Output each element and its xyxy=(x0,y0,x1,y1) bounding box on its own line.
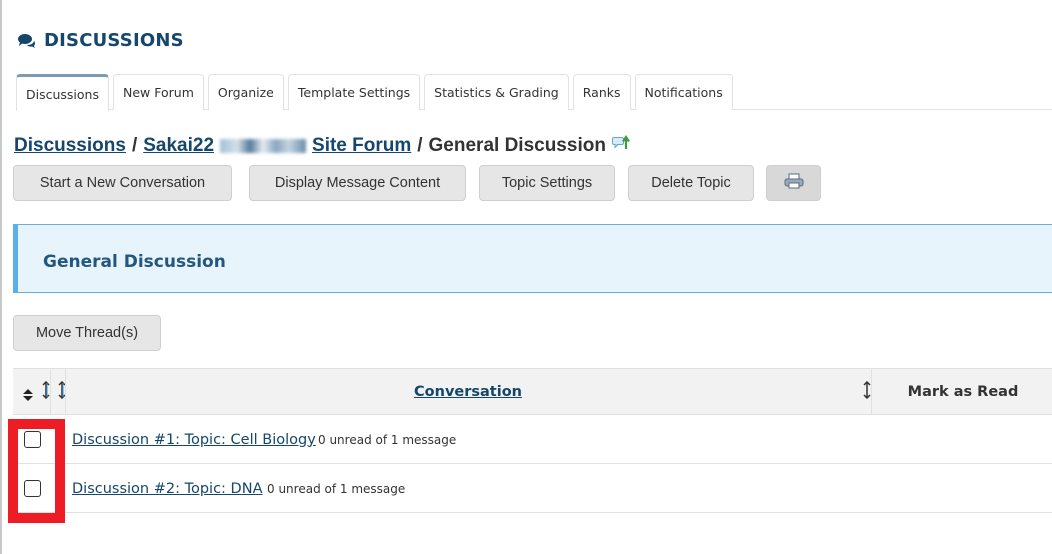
breadcrumb: Discussions / Sakai22 Site Forum / Genera… xyxy=(14,135,630,157)
topic-panel: General Discussion xyxy=(13,224,1052,293)
conversation-link[interactable]: Discussion #2: Topic: DNA xyxy=(72,481,262,497)
conversation-column-header: Conversation xyxy=(65,369,871,415)
tool-title: DISCUSSIONS xyxy=(18,30,184,51)
comments-icon xyxy=(18,33,36,48)
redacted-text xyxy=(220,138,307,153)
resize-handle-icon[interactable] xyxy=(863,380,871,403)
subscribe-icon[interactable] xyxy=(611,135,630,157)
breadcrumb-separator: / xyxy=(417,135,423,156)
tab-statistics-grading[interactable]: Statistics & Grading xyxy=(424,74,569,110)
mark-as-read-column-header: Mark as Read xyxy=(907,384,1019,400)
table-header: Conversation Mark as Read xyxy=(13,368,1052,415)
tab-discussions[interactable]: Discussions xyxy=(16,74,109,111)
breadcrumb-current: General Discussion xyxy=(428,135,606,156)
topic-panel-title: General Discussion xyxy=(43,252,226,272)
start-new-conversation-button[interactable]: Start a New Conversation xyxy=(13,165,232,201)
tab-template-settings[interactable]: Template Settings xyxy=(287,74,421,110)
breadcrumb-forum-link[interactable]: Sakai22 Site Forum xyxy=(143,135,411,157)
tool-title-text: DISCUSSIONS xyxy=(44,30,184,51)
print-icon xyxy=(784,173,804,193)
tab-notifications[interactable]: Notifications xyxy=(634,74,733,110)
unread-count: 0 unread of 1 message xyxy=(318,432,457,447)
table-row: Discussion #2: Topic: DNA 0 unread of 1 … xyxy=(13,465,1052,513)
forum-name-suffix: Site Forum xyxy=(312,135,412,156)
print-button[interactable] xyxy=(766,165,821,201)
sort-icon[interactable] xyxy=(23,386,33,405)
unread-count: 0 unread of 1 message xyxy=(267,481,406,496)
tab-new-forum[interactable]: New Forum xyxy=(113,74,204,110)
tab-bar: Discussions New Forum Organize Template … xyxy=(16,74,1052,111)
tab-organize[interactable]: Organize xyxy=(207,74,284,110)
conversation-sort-link[interactable]: Conversation xyxy=(414,384,522,400)
resize-handle-icon[interactable] xyxy=(42,380,50,403)
annotation-highlight-box xyxy=(8,419,65,523)
breadcrumb-discussions-link[interactable]: Discussions xyxy=(14,135,126,157)
conversation-link[interactable]: Discussion #1: Topic: Cell Biology xyxy=(72,432,316,448)
breadcrumb-separator: / xyxy=(131,135,138,156)
display-message-content-button[interactable]: Display Message Content xyxy=(249,165,466,201)
forum-name-prefix: Sakai22 xyxy=(143,135,215,156)
table-row: Discussion #1: Topic: Cell Biology 0 unr… xyxy=(13,416,1052,464)
delete-topic-button[interactable]: Delete Topic xyxy=(628,165,754,201)
move-threads-button[interactable]: Move Thread(s) xyxy=(13,315,161,351)
tab-ranks[interactable]: Ranks xyxy=(572,74,631,110)
topic-settings-button[interactable]: Topic Settings xyxy=(479,165,615,201)
